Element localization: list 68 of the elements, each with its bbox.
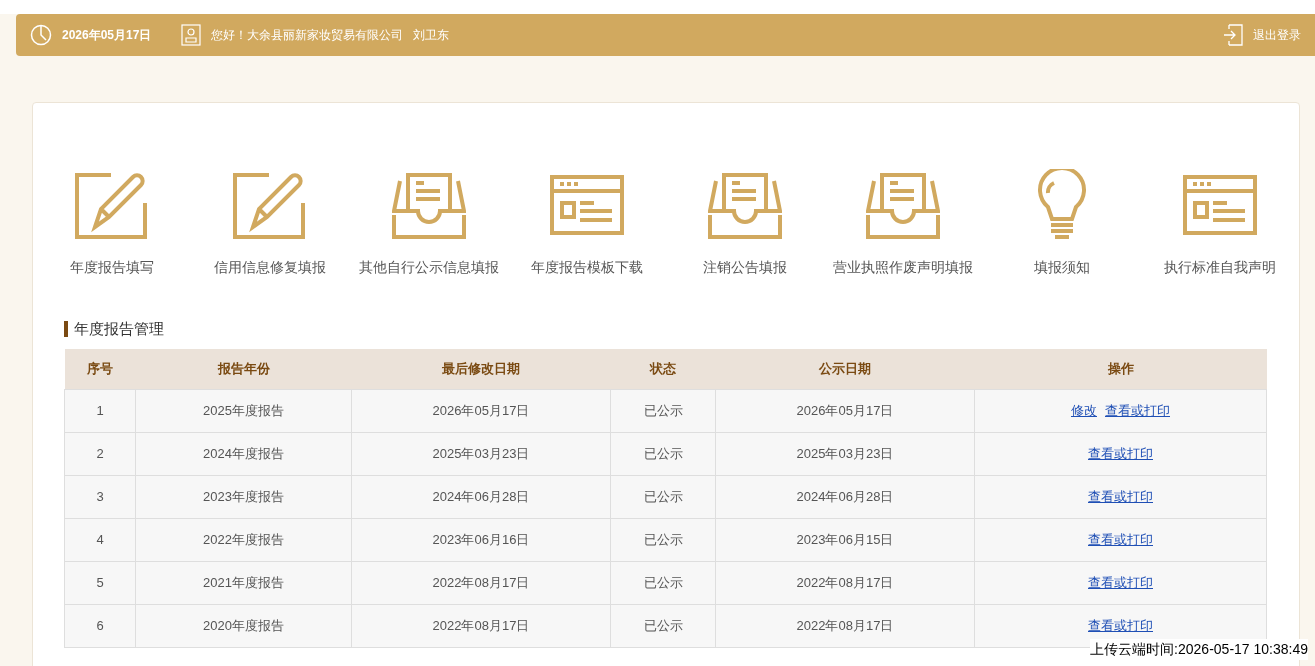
table-cell: 2025年度报告 [135,389,352,433]
action-link[interactable]: 查看或打印 [1088,532,1153,548]
action-link[interactable]: 查看或打印 [1105,403,1170,419]
section-marker [64,321,68,338]
table-cell: 2022年08月17日 [351,604,611,648]
table-cell: 2021年度报告 [135,561,352,605]
table-cell: 5 [64,561,136,605]
template-icon [549,175,624,235]
logout-icon[interactable] [1223,24,1243,46]
lightbulb-icon [1036,169,1087,241]
table-cell: 2024年06月28日 [715,475,975,519]
menu-tile[interactable]: 营业执照作废声明填报 [824,169,983,278]
date-text: 2026年05月17日 [62,27,152,44]
table-cell: 已公示 [610,389,716,433]
column-header: 序号 [64,348,136,390]
column-header: 状态 [610,348,716,390]
user-name: 刘卫东 [413,27,450,44]
inbox-icon [866,171,941,239]
table-cell: 3 [64,475,136,519]
table-cell: 2026年05月17日 [715,389,975,433]
table-cell: 2026年05月17日 [351,389,611,433]
table-cell: 已公示 [610,432,716,476]
table-cell: 已公示 [610,561,716,605]
action-link[interactable]: 查看或打印 [1088,489,1153,505]
table-cell: 2020年度报告 [135,604,352,648]
menu-tile[interactable]: 其他自行公示信息填报 [349,169,508,278]
section-title: 年度报告管理 [74,319,164,339]
menu-tile[interactable]: 年度报告模板下载 [507,169,666,278]
edit-icon [233,171,308,239]
inbox-icon [391,171,466,239]
table-cell: 已公示 [610,518,716,562]
menu-tile[interactable]: 填报须知 [982,169,1141,278]
action-link[interactable]: 查看或打印 [1088,618,1153,634]
table-cell: 6 [64,604,136,648]
table-cell: 2025年03月23日 [715,432,975,476]
template-icon [1182,175,1257,235]
table-cell: 2022年08月17日 [351,561,611,605]
table-cell: 2025年03月23日 [351,432,611,476]
menu-tile[interactable]: 信用信息修复填报 [191,169,350,278]
action-link[interactable]: 查看或打印 [1088,446,1153,462]
table-cell: 2022年08月17日 [715,561,975,605]
table-cell: 已公示 [610,475,716,519]
edit-icon [75,171,150,239]
table-cell: 2024年度报告 [135,432,352,476]
column-header: 操作 [974,348,1267,390]
menu-tile[interactable]: 执行标准自我声明 [1140,169,1299,278]
column-header: 报告年份 [135,348,352,390]
action-link[interactable]: 修改 [1071,403,1097,419]
greeting-text: 您好！大余县丽新家妆贸易有限公司 [211,27,404,44]
table-cell: 2023年06月15日 [715,518,975,562]
upload-time-text: 上传云端时间:2026-05-17 10:38:49 [1090,639,1308,660]
action-link[interactable]: 查看或打印 [1088,575,1153,591]
table-cell: 2024年06月28日 [351,475,611,519]
table-cell: 已公示 [610,604,716,648]
table-cell: 2022年08月17日 [715,604,975,648]
table-cell: 2 [64,432,136,476]
table-cell: 2022年度报告 [135,518,352,562]
clock-icon [30,24,52,46]
table-cell: 1 [64,389,136,433]
table-cell: 2023年度报告 [135,475,352,519]
user-icon [181,24,202,46]
inbox-icon [708,171,783,239]
table-cell: 2023年06月16日 [351,518,611,562]
menu-tile[interactable]: 年度报告填写 [33,169,192,278]
menu-tile[interactable]: 注销公告填报 [666,169,825,278]
table-cell: 4 [64,518,136,562]
column-header: 公示日期 [715,348,975,390]
column-header: 最后修改日期 [351,348,611,390]
